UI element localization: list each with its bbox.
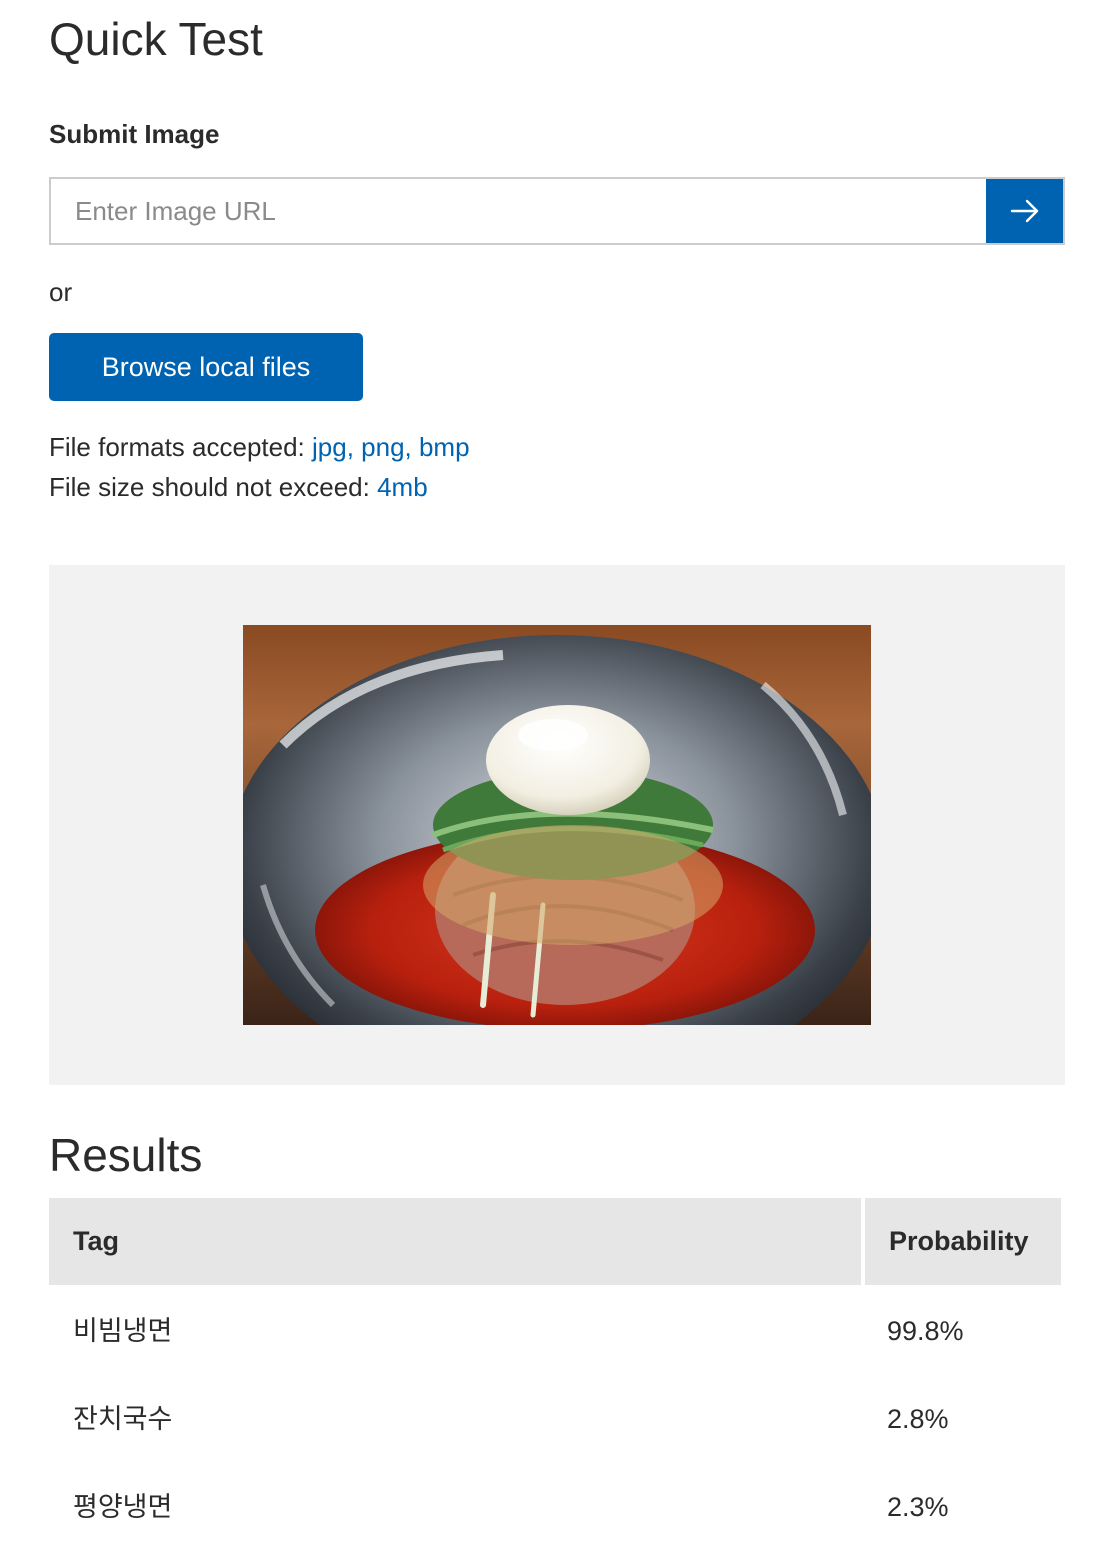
file-size-value: 4mb <box>377 472 428 502</box>
column-header-tag: Tag <box>49 1198 861 1285</box>
arrow-right-icon <box>1010 199 1038 223</box>
file-size-label: File size should not exceed: <box>49 472 378 502</box>
file-formats-label: File formats accepted: <box>49 432 312 462</box>
result-probability: 99.8% <box>887 1316 964 1346</box>
file-size-info: File size should not exceed: 4mb <box>49 469 428 505</box>
result-tag: 비빔냉면 <box>73 1316 173 1346</box>
result-probability: 2.8% <box>887 1404 949 1434</box>
browse-local-files-button[interactable]: Browse local files <box>49 333 363 401</box>
file-formats-value: jpg, png, bmp <box>312 432 470 462</box>
result-tag: 잔치국수 <box>73 1404 173 1434</box>
image-preview-panel <box>49 565 1065 1085</box>
preview-image <box>243 625 871 1025</box>
page-title: Quick Test <box>49 13 263 65</box>
result-row: 평양냉면 2.3% <box>49 1463 1061 1551</box>
result-row: 비빔냉면 99.8% <box>49 1287 1061 1375</box>
submit-url-button[interactable] <box>986 179 1063 243</box>
result-row: 잔치국수 2.8% <box>49 1375 1061 1463</box>
submit-image-label: Submit Image <box>49 119 220 149</box>
result-probability: 2.3% <box>887 1492 949 1522</box>
image-url-input[interactable] <box>51 179 987 243</box>
column-header-probability: Probability <box>865 1198 1061 1285</box>
result-tag: 평양냉면 <box>73 1492 173 1522</box>
results-title: Results <box>49 1129 203 1181</box>
url-input-group <box>49 177 1065 245</box>
file-formats-info: File formats accepted: jpg, png, bmp <box>49 429 470 465</box>
or-separator: or <box>49 277 73 307</box>
